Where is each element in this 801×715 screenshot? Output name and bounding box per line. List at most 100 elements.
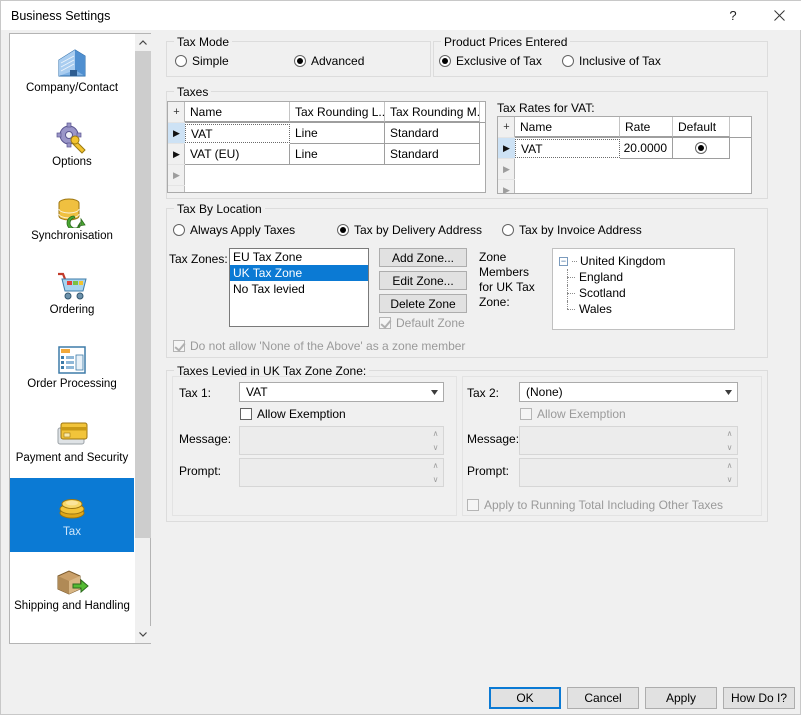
cell-rate-value[interactable]: 20.0000 [620,138,673,159]
tax1-message-field[interactable]: ∧ ∨ [239,426,444,455]
business-settings-dialog: Business Settings ? [0,0,801,715]
column-header-tax-rounding-method[interactable]: Tax Rounding M... [385,102,480,122]
cancel-button[interactable]: Cancel [567,687,639,709]
sidebar-item-payment-and-security[interactable]: Payment and Security [10,404,134,478]
radio-tax-mode-advanced[interactable]: Advanced [294,54,364,68]
how-do-i-button[interactable]: How Do I? [723,687,795,709]
radio-dot-icon [294,55,306,67]
add-rate-button[interactable]: + [498,117,515,138]
radio-always-apply-taxes[interactable]: Always Apply Taxes [173,223,295,237]
cell-rounding-method[interactable]: Standard [385,123,480,144]
tree-node-wales[interactable]: Wales [553,301,734,317]
row-selector[interactable]: ▶ [168,123,185,144]
add-row-button[interactable]: + [168,102,185,123]
checkbox-label: Apply to Running Total Including Other T… [484,498,723,512]
check-icon [173,340,185,352]
column-header-default[interactable]: Default [673,117,730,137]
cell-rounding-method[interactable]: Standard [385,144,480,165]
tree-node-england[interactable]: England [553,269,734,285]
table-row[interactable]: VAT 20.0000 [515,138,751,159]
chevron-down-icon[interactable] [426,383,443,401]
tree-node-label: United Kingdom [580,254,665,268]
tax-rates-grid[interactable]: + ▶ ▶ ▶ Name Rate Default [497,116,752,194]
sidebar-item-synchronisation[interactable]: Synchronisation [10,182,134,256]
scroll-down-glyph: ∨ [727,475,733,484]
tax1-prompt-field[interactable]: ∧ ∨ [239,458,444,487]
add-zone-button[interactable]: Add Zone... [379,248,467,267]
radio-exclusive-of-tax[interactable]: Exclusive of Tax [439,54,542,68]
column-header-tax-rounding-level[interactable]: Tax Rounding L... [290,102,385,122]
memo-scrollbar[interactable]: ∧ ∨ [428,459,443,486]
memo-scrollbar[interactable]: ∧ ∨ [722,459,737,486]
sidebar-item-company-contact[interactable]: Company/Contact [10,34,134,108]
list-item[interactable]: EU Tax Zone [230,249,368,265]
tax2-prompt-field[interactable]: ∧ ∨ [519,458,738,487]
zone-members-tree[interactable]: − United Kingdom England Scotland Wales [552,248,735,330]
tax2-combobox[interactable]: (None) [519,382,738,402]
cell-tax-name[interactable]: VAT [185,124,290,143]
tax-rates-grid-header: Name Rate Default [515,117,751,138]
row-selector[interactable]: ▶ [168,144,185,165]
column-header-name[interactable]: Name [515,117,620,137]
tax2-message-field[interactable]: ∧ ∨ [519,426,738,455]
column-header-rate[interactable]: Rate [620,117,673,137]
sidebar-item-ordering[interactable]: Ordering [10,256,134,330]
credit-card-icon [55,418,89,450]
sidebar-item-tax[interactable]: Tax [10,478,134,552]
cell-tax-name[interactable]: VAT (EU) [185,144,290,165]
sidebar-item-order-processing[interactable]: Order Processing [10,330,134,404]
tax1-combobox[interactable]: VAT [239,382,444,402]
new-row-selector[interactable]: ▶ [168,165,185,186]
check-icon [379,317,391,329]
close-button[interactable] [756,1,801,30]
list-item[interactable]: No Tax levied [230,281,368,297]
help-button[interactable]: ? [710,1,756,30]
new-row-selector[interactable]: ▶ [498,159,515,180]
tree-node-united-kingdom[interactable]: − United Kingdom [553,253,734,269]
table-row[interactable]: VAT Line Standard [185,123,485,144]
radio-tax-by-invoice-address[interactable]: Tax by Invoice Address [502,223,642,237]
memo-scrollbar[interactable]: ∧ ∨ [428,427,443,454]
tax-rates-label: Tax Rates for VAT: [497,101,595,115]
sidebar-item-terms-and-conditions[interactable]: Terms and Conditions [10,626,134,643]
chevron-down-icon[interactable] [720,383,737,401]
scrollbar-thumb[interactable] [135,51,151,538]
list-item[interactable]: UK Tax Zone [230,265,368,281]
close-icon [774,10,785,21]
row-marker-icon: ▶ [173,149,180,160]
check-icon [467,499,479,511]
tree-node-scotland[interactable]: Scotland [553,285,734,301]
edit-zone-button[interactable]: Edit Zone... [379,271,467,290]
sidebar-item-options[interactable]: Options [10,108,134,182]
table-row[interactable]: VAT (EU) Line Standard [185,144,485,165]
cell-default-radio[interactable] [673,138,730,159]
radio-tax-mode-simple[interactable]: Simple [175,54,229,68]
sidebar-item-list[interactable]: Company/Contact Options [10,34,134,643]
delete-zone-button[interactable]: Delete Zone [379,294,467,313]
cell-rounding-level[interactable]: Line [290,123,385,144]
sidebar-scrollbar[interactable] [134,34,150,643]
collapse-expander-icon[interactable]: − [559,257,568,266]
new-row-selector[interactable]: ▶ [498,180,515,194]
ok-button[interactable]: OK [489,687,561,709]
form-list-icon [55,344,89,376]
apply-button[interactable]: Apply [645,687,717,709]
radio-inclusive-of-tax[interactable]: Inclusive of Tax [562,54,661,68]
checkbox-tax1-allow-exemption[interactable]: Allow Exemption [240,407,346,421]
scroll-down-arrow[interactable] [135,626,151,643]
column-header-name[interactable]: Name [185,102,290,122]
tax-mode-group: Tax Mode Simple Advanced [166,41,431,77]
row-selector[interactable]: ▶ [498,138,515,159]
cell-rounding-level[interactable]: Line [290,144,385,165]
radio-label: Inclusive of Tax [579,54,661,68]
taxes-grid[interactable]: + ▶ ▶ ▶ Name Tax Rounding L... Tax Round… [167,101,486,193]
sidebar-item-label: Payment and Security [16,452,129,465]
radio-dot-icon [337,224,349,236]
sidebar-item-shipping-and-handling[interactable]: Shipping and Handling [10,552,134,626]
scroll-up-arrow[interactable] [135,34,151,51]
tax-zones-listbox[interactable]: EU Tax Zone UK Tax Zone No Tax levied [229,248,369,327]
cell-rate-name[interactable]: VAT [515,139,620,158]
radio-label: Tax by Delivery Address [354,223,482,237]
memo-scrollbar[interactable]: ∧ ∨ [722,427,737,454]
radio-tax-by-delivery-address[interactable]: Tax by Delivery Address [337,223,482,237]
